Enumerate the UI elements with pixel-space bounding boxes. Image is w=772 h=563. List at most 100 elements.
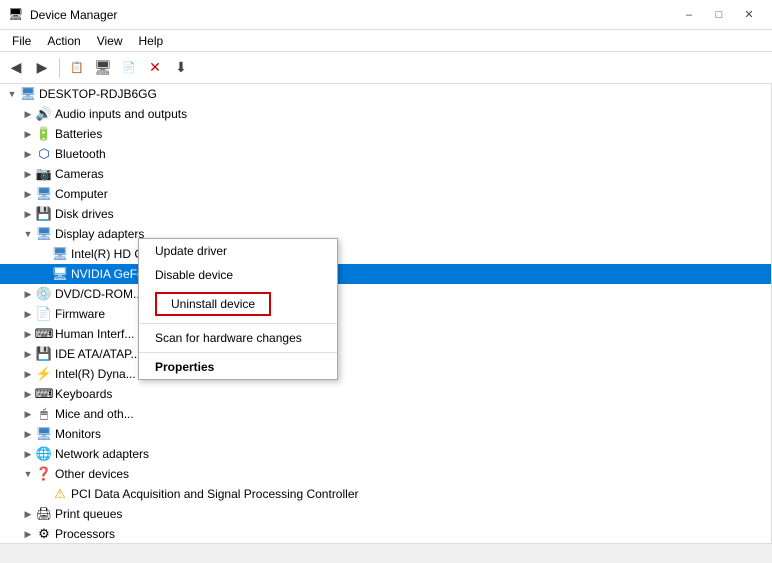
tree-item-network[interactable]: ▶ 🌐 Network adapters bbox=[0, 444, 771, 464]
context-menu-uninstall[interactable]: Uninstall device bbox=[139, 287, 337, 321]
diskdrives-label: Disk drives bbox=[55, 207, 114, 221]
maximize-button[interactable]: □ bbox=[704, 5, 734, 25]
pci-icon: ⚠ bbox=[52, 486, 68, 502]
toolbar-forward[interactable]: ▶ bbox=[30, 56, 54, 80]
tree-root[interactable]: ▼ 🖥 DESKTOP-RDJB6GG bbox=[0, 84, 771, 104]
tree-item-ide[interactable]: ▶ 💾 IDE ATA/ATAP... bbox=[0, 344, 771, 364]
audio-expand[interactable]: ▶ bbox=[20, 106, 36, 122]
monitors-expand[interactable]: ▶ bbox=[20, 426, 36, 442]
mice-expand[interactable]: ▶ bbox=[20, 406, 36, 422]
monitors-icon: 🖥 bbox=[36, 426, 52, 442]
cameras-label: Cameras bbox=[55, 167, 104, 181]
root-label: DESKTOP-RDJB6GG bbox=[39, 87, 157, 101]
other-expand[interactable]: ▼ bbox=[20, 466, 36, 482]
title-bar-left: 🖥 Device Manager bbox=[8, 7, 117, 23]
dvd-icon: 💿 bbox=[36, 286, 52, 302]
audio-icon: 🔊 bbox=[36, 106, 52, 122]
tree-item-monitors[interactable]: ▶ 🖥 Monitors bbox=[0, 424, 771, 444]
human-icon: ⌨ bbox=[36, 326, 52, 342]
dvd-label: DVD/CD-ROM... bbox=[55, 287, 143, 301]
tree-item-other[interactable]: ▼ ❓ Other devices bbox=[0, 464, 771, 484]
menu-help[interactable]: Help bbox=[131, 32, 172, 50]
menu-action[interactable]: Action bbox=[39, 32, 88, 50]
tree-item-diskdrives[interactable]: ▶ 💾 Disk drives bbox=[0, 204, 771, 224]
tree-item-intel-dyn[interactable]: ▶ ⚡ Intel(R) Dyna... bbox=[0, 364, 771, 384]
ide-label: IDE ATA/ATAP... bbox=[55, 347, 141, 361]
cameras-expand[interactable]: ▶ bbox=[20, 166, 36, 182]
tree-item-pci[interactable]: ▶ ⚠ PCI Data Acquisition and Signal Proc… bbox=[0, 484, 771, 504]
audio-label: Audio inputs and outputs bbox=[55, 107, 187, 121]
diskdrives-expand[interactable]: ▶ bbox=[20, 206, 36, 222]
root-expand-icon[interactable]: ▼ bbox=[4, 86, 20, 102]
pci-expand: ▶ bbox=[36, 486, 52, 502]
computer-icon: 🖥 bbox=[36, 186, 52, 202]
close-button[interactable]: ✕ bbox=[734, 5, 764, 25]
monitors-label: Monitors bbox=[55, 427, 101, 441]
keyboards-expand[interactable]: ▶ bbox=[20, 386, 36, 402]
context-menu-update[interactable]: Update driver bbox=[139, 239, 337, 263]
bluetooth-icon: ⬡ bbox=[36, 146, 52, 162]
other-icon: ❓ bbox=[36, 466, 52, 482]
uninstall-border: Uninstall device bbox=[155, 292, 271, 316]
menu-view[interactable]: View bbox=[89, 32, 131, 50]
other-label: Other devices bbox=[55, 467, 129, 481]
intel-dyn-icon: ⚡ bbox=[36, 366, 52, 382]
window-title: Device Manager bbox=[30, 8, 117, 22]
toolbar-back[interactable]: ◀ bbox=[4, 56, 28, 80]
tree-item-bluetooth[interactable]: ▶ ⬡ Bluetooth bbox=[0, 144, 771, 164]
minimize-button[interactable]: – bbox=[674, 5, 704, 25]
tree-item-audio[interactable]: ▶ 🔊 Audio inputs and outputs bbox=[0, 104, 771, 124]
print-expand[interactable]: ▶ bbox=[20, 506, 36, 522]
network-expand[interactable]: ▶ bbox=[20, 446, 36, 462]
tree-panel[interactable]: ▼ 🖥 DESKTOP-RDJB6GG ▶ 🔊 Audio inputs and… bbox=[0, 84, 772, 543]
tree-item-computer[interactable]: ▶ 🖥 Computer bbox=[0, 184, 771, 204]
nvidia-expand: ▶ bbox=[36, 266, 52, 282]
tree-item-dvd[interactable]: ▶ 💿 DVD/CD-ROM... bbox=[0, 284, 771, 304]
intel-hd-expand: ▶ bbox=[36, 246, 52, 262]
tree-item-cameras[interactable]: ▶ 📷 Cameras bbox=[0, 164, 771, 184]
tree-item-batteries[interactable]: ▶ 🔋 Batteries bbox=[0, 124, 771, 144]
menu-file[interactable]: File bbox=[4, 32, 39, 50]
context-menu-disable[interactable]: Disable device bbox=[139, 263, 337, 287]
toolbar-scan[interactable]: 📄 bbox=[117, 56, 141, 80]
tree-item-processors[interactable]: ▶ ⚙ Processors bbox=[0, 524, 771, 543]
tree-item-print[interactable]: ▶ 🖨 Print queues bbox=[0, 504, 771, 524]
toolbar-uninstall[interactable]: ✕ bbox=[143, 56, 167, 80]
context-menu-sep2 bbox=[139, 352, 337, 353]
tree-item-displayadapters[interactable]: ▼ 🖥 Display adapters bbox=[0, 224, 771, 244]
batteries-expand[interactable]: ▶ bbox=[20, 126, 36, 142]
toolbar-computer[interactable]: 🖥 bbox=[91, 56, 115, 80]
displayadapters-expand[interactable]: ▼ bbox=[20, 226, 36, 242]
dvd-expand[interactable]: ▶ bbox=[20, 286, 36, 302]
processors-icon: ⚙ bbox=[36, 526, 52, 542]
processors-expand[interactable]: ▶ bbox=[20, 526, 36, 542]
bluetooth-expand[interactable]: ▶ bbox=[20, 146, 36, 162]
bluetooth-label: Bluetooth bbox=[55, 147, 106, 161]
context-menu-properties[interactable]: Properties bbox=[139, 355, 337, 379]
context-menu-scan[interactable]: Scan for hardware changes bbox=[139, 326, 337, 350]
human-expand[interactable]: ▶ bbox=[20, 326, 36, 342]
toolbar-sep1 bbox=[59, 58, 60, 78]
tree-item-keyboards[interactable]: ▶ ⌨ Keyboards bbox=[0, 384, 771, 404]
network-label: Network adapters bbox=[55, 447, 149, 461]
toolbar-update[interactable]: ⬇ bbox=[169, 56, 193, 80]
batteries-label: Batteries bbox=[55, 127, 102, 141]
tree-item-mice[interactable]: ▶ 🖱 Mice and oth... bbox=[0, 404, 771, 424]
print-icon: 🖨 bbox=[36, 506, 52, 522]
toolbar-properties[interactable]: 📋 bbox=[65, 56, 89, 80]
computer-expand[interactable]: ▶ bbox=[20, 186, 36, 202]
mice-icon: 🖱 bbox=[36, 406, 52, 422]
intel-dyn-label: Intel(R) Dyna... bbox=[55, 367, 136, 381]
tree-item-human[interactable]: ▶ ⌨ Human Interf... bbox=[0, 324, 771, 344]
tree-item-firmware[interactable]: ▶ 📄 Firmware bbox=[0, 304, 771, 324]
firmware-expand[interactable]: ▶ bbox=[20, 306, 36, 322]
ide-expand[interactable]: ▶ bbox=[20, 346, 36, 362]
nvidia-icon: 🖥 bbox=[52, 266, 68, 282]
title-bar: 🖥 Device Manager – □ ✕ bbox=[0, 0, 772, 30]
status-bar bbox=[0, 543, 772, 563]
diskdrives-icon: 💾 bbox=[36, 206, 52, 222]
ide-icon: 💾 bbox=[36, 346, 52, 362]
tree-item-intel-hd[interactable]: ▶ 🖥 Intel(R) HD Graphics 520 bbox=[0, 244, 771, 264]
intel-dyn-expand[interactable]: ▶ bbox=[20, 366, 36, 382]
tree-item-nvidia[interactable]: ▶ 🖥 NVIDIA GeForce 940M bbox=[0, 264, 771, 284]
